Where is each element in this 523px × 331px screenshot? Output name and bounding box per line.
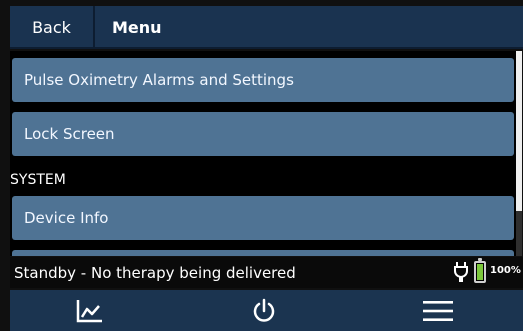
chart-icon xyxy=(76,299,102,322)
menu-item-pulse-oximetry[interactable]: Pulse Oximetry Alarms and Settings xyxy=(12,58,514,102)
battery-level-fill xyxy=(477,264,483,280)
section-header-system: SYSTEM xyxy=(10,169,518,191)
menu-item-next[interactable] xyxy=(12,250,514,256)
menu-item-label: Device Info xyxy=(24,209,109,227)
section-label: SYSTEM xyxy=(10,172,66,188)
status-bar: Standby - No therapy being delivered 100… xyxy=(10,257,523,288)
menu-icon xyxy=(423,300,453,321)
bottom-nav xyxy=(10,290,523,331)
power-icon xyxy=(253,298,275,322)
menu-button[interactable] xyxy=(398,290,478,331)
scrollbar-thumb[interactable] xyxy=(516,51,522,211)
trends-button[interactable] xyxy=(50,290,130,331)
power-button[interactable] xyxy=(224,290,304,331)
menu-item-label: Lock Screen xyxy=(24,125,115,143)
menu-item-label: Pulse Oximetry Alarms and Settings xyxy=(24,71,294,89)
scrollbar[interactable] xyxy=(516,51,522,256)
menu-item-device-info[interactable]: Device Info xyxy=(12,196,514,240)
menu-item-lock-screen[interactable]: Lock Screen xyxy=(12,112,514,156)
battery-icon xyxy=(474,258,486,283)
back-button[interactable]: Back xyxy=(10,6,95,49)
status-text: Standby - No therapy being delivered xyxy=(14,263,296,282)
header-bar: Back Menu xyxy=(10,6,523,49)
page-title: Menu xyxy=(112,18,162,37)
menu-list: Pulse Oximetry Alarms and Settings Lock … xyxy=(10,51,518,256)
battery-percent: 100% xyxy=(490,265,521,276)
device-screen: Back Menu Pulse Oximetry Alarms and Sett… xyxy=(0,0,523,331)
plug-icon xyxy=(454,262,468,282)
